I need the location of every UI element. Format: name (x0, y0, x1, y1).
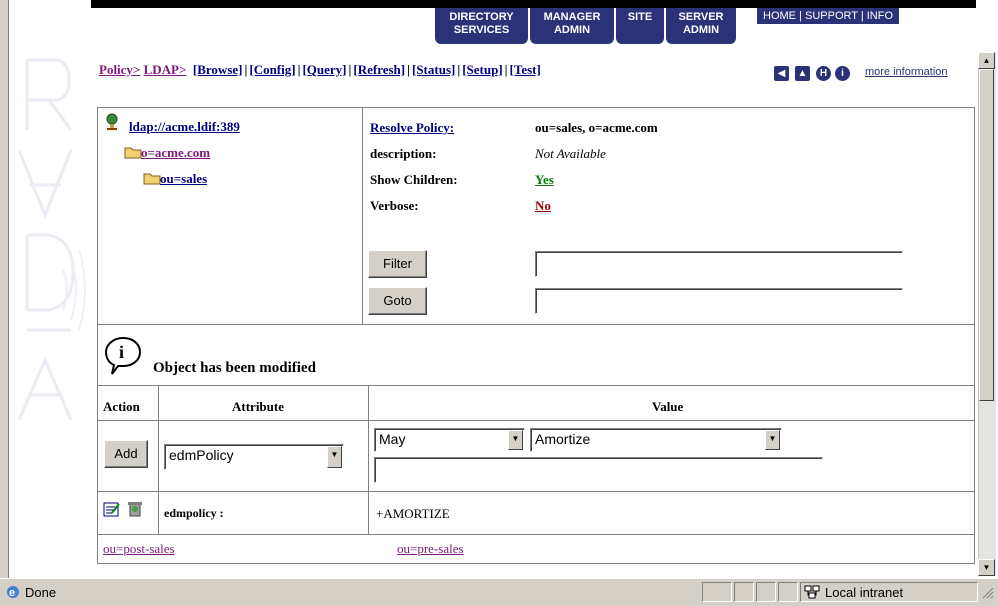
setup-link[interactable]: [Setup] (462, 62, 502, 77)
tree-item-acme[interactable]: o=acme.com (141, 145, 210, 161)
resize-grip-icon[interactable] (982, 587, 994, 602)
tab-directory-services[interactable]: DIRECTORY SERVICES (435, 8, 528, 44)
breadcrumb: Policy> LDAP> [Browse] | [Config] | [Query] |… (99, 62, 541, 77)
left-frame-border (0, 0, 9, 578)
column-header-value: Value (652, 399, 684, 414)
status-link[interactable]: [Status] (412, 62, 455, 77)
svg-text:e: e (9, 587, 15, 599)
more-information-link[interactable]: more information (865, 66, 948, 78)
chevron-down-icon: ▼ (765, 430, 780, 450)
divider (97, 420, 975, 421)
radia-logo (9, 0, 91, 578)
description-value: Not Available (535, 146, 606, 161)
scroll-up-arrow-icon[interactable]: ▲ (978, 52, 995, 69)
show-children-toggle[interactable]: Yes (535, 172, 554, 188)
top-header-bar (91, 0, 976, 8)
info-balloon-icon: i (104, 336, 146, 381)
tree-item-sales[interactable]: ou=sales (160, 171, 207, 187)
help-icon[interactable]: H (816, 66, 831, 81)
edit-icon[interactable] (103, 501, 121, 522)
query-link[interactable]: [Query] (302, 62, 346, 77)
test-link[interactable]: [Test] (510, 62, 541, 77)
browse-link[interactable]: [Browse] (193, 62, 243, 77)
folder-icon (124, 145, 142, 164)
children-panel (97, 534, 975, 564)
tab-manager-admin[interactable]: MANAGER ADMIN (530, 8, 614, 44)
info-link[interactable]: INFO (867, 10, 893, 22)
divider (97, 491, 975, 492)
policy-link[interactable]: Policy> (99, 62, 140, 77)
status-panel (734, 582, 754, 602)
verbose-toggle[interactable]: No (535, 198, 551, 214)
support-link[interactable]: SUPPORT (805, 10, 858, 22)
tab-site[interactable]: SITE (616, 8, 664, 44)
column-header-attribute: Attribute (232, 399, 284, 414)
tab-server-admin[interactable]: SERVER ADMIN (666, 8, 736, 44)
divider (368, 385, 369, 535)
child-link-post-sales[interactable]: ou=post-sales (103, 541, 175, 557)
resolve-policy-value: ou=sales, o=acme.com (535, 120, 658, 135)
zone-panel: Local intranet (800, 582, 978, 602)
child-link-pre-sales[interactable]: ou=pre-sales (397, 541, 464, 557)
attribute-value: +AMORTIZE (376, 506, 450, 521)
ldap-server-icon (104, 113, 120, 136)
value-text-input[interactable] (374, 457, 823, 483)
description-label: description: (370, 146, 437, 161)
tree-item-ldap-root[interactable]: ldap://acme.ldif:389 (129, 119, 240, 135)
back-arrow-icon[interactable]: ◀ (774, 66, 789, 81)
goto-button[interactable]: Goto (368, 287, 427, 315)
show-children-label: Show Children: (370, 172, 458, 187)
add-button[interactable]: Add (104, 440, 148, 468)
filter-button[interactable]: Filter (368, 250, 427, 278)
info-icon[interactable]: i (835, 66, 850, 81)
tree-panel (97, 107, 363, 325)
value-select-primary[interactable]: May ▼ (374, 428, 525, 452)
status-bar: e Done Local intranet (0, 578, 998, 606)
folder-icon (143, 171, 161, 190)
verbose-label: Verbose: (370, 198, 419, 213)
divider (158, 385, 159, 535)
chevron-down-icon: ▼ (508, 430, 523, 450)
attribute-name: edmpolicy : (164, 506, 224, 520)
ldap-link[interactable]: LDAP> (144, 62, 187, 77)
attribute-select[interactable]: edmPolicy ▼ (164, 444, 344, 470)
delete-trash-icon[interactable] (126, 499, 144, 522)
filter-input[interactable] (535, 251, 903, 277)
status-panel (702, 582, 732, 602)
chevron-down-icon: ▼ (327, 446, 342, 468)
svg-text:i: i (119, 342, 124, 362)
goto-input[interactable] (535, 288, 903, 314)
top-right-links: HOME | SUPPORT | INFO (757, 8, 900, 24)
intranet-icon (804, 585, 820, 599)
status-panel (756, 582, 776, 602)
resolve-policy-link[interactable]: Resolve Policy: (370, 120, 454, 136)
scroll-down-arrow-icon[interactable]: ▼ (978, 559, 995, 576)
config-link[interactable]: [Config] (249, 62, 295, 77)
status-panel (778, 582, 798, 602)
refresh-link[interactable]: [Refresh] (353, 62, 405, 77)
up-arrow-icon[interactable]: ▲ (795, 66, 810, 81)
zone-label: Local intranet (825, 585, 904, 600)
value-select-secondary[interactable]: Amortize ▼ (530, 428, 782, 452)
home-link[interactable]: HOME (763, 10, 796, 22)
column-header-action: Action (103, 399, 140, 414)
scrollbar-thumb[interactable] (979, 69, 994, 401)
ie-page-icon: e (5, 584, 21, 603)
status-message: Object has been modified (153, 360, 316, 376)
status-text: Done (25, 585, 57, 600)
